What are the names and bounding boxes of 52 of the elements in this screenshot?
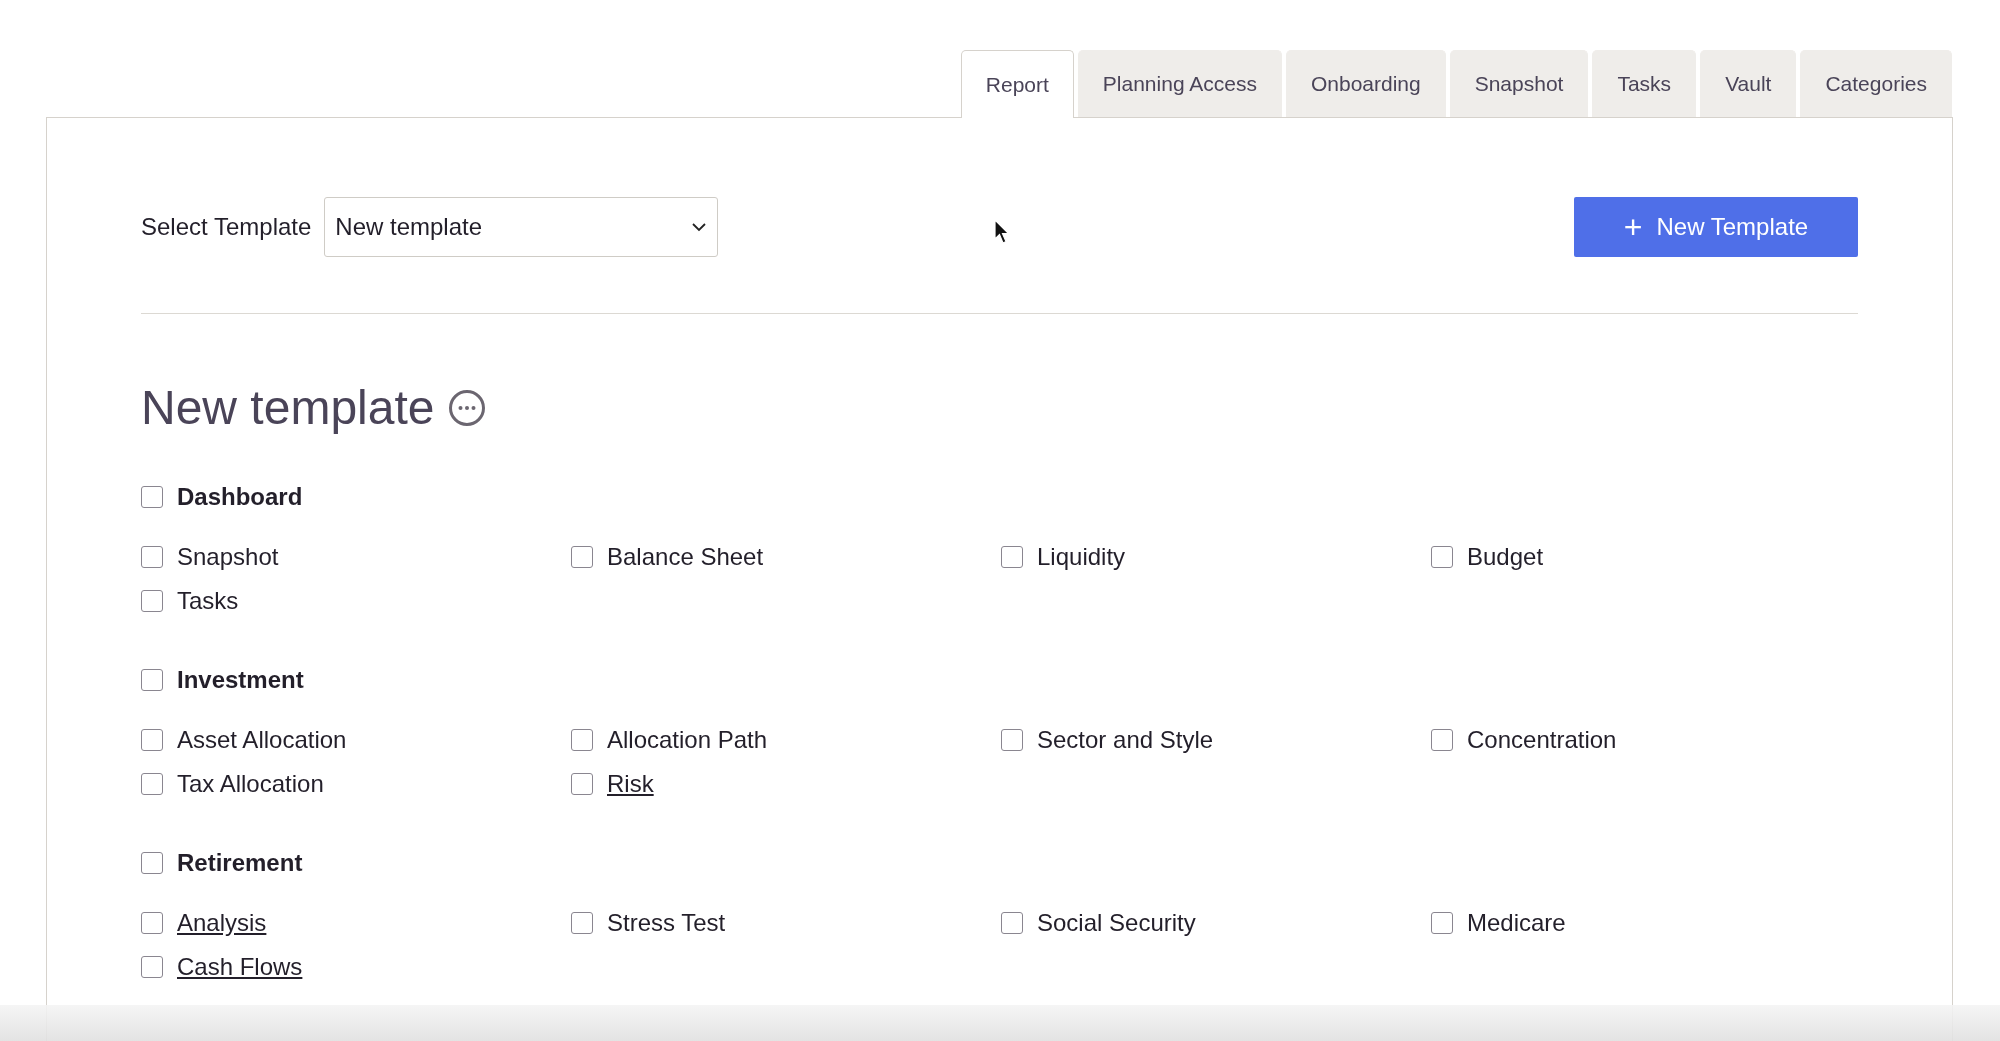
section-title: Retirement xyxy=(177,848,303,877)
option-label: Sector and Style xyxy=(1037,725,1214,754)
report-link[interactable]: Risk xyxy=(607,769,654,798)
checkbox[interactable] xyxy=(141,911,163,934)
option-label: Allocation Path xyxy=(607,725,768,754)
option-label: Medicare xyxy=(1467,908,1566,937)
option-label: Liquidity xyxy=(1037,542,1126,571)
checkbox[interactable] xyxy=(141,851,163,874)
checkbox[interactable] xyxy=(1001,545,1023,568)
option-label: Balance Sheet xyxy=(607,542,764,571)
checkbox[interactable] xyxy=(1431,911,1453,934)
select-label: Select Template xyxy=(141,213,312,241)
tab[interactable]: Vault xyxy=(1700,50,1797,117)
section-title: Investment xyxy=(177,665,304,694)
checkbox[interactable] xyxy=(141,668,163,691)
more-options-icon[interactable] xyxy=(448,388,487,427)
tab[interactable]: Categories xyxy=(1800,50,1952,117)
checkbox[interactable] xyxy=(571,545,593,568)
mouse-cursor-icon xyxy=(994,219,1010,245)
checkbox[interactable] xyxy=(141,545,163,568)
option-label: Tax Allocation xyxy=(177,769,324,798)
checkbox[interactable] xyxy=(1001,911,1023,934)
report-link[interactable]: Cash Flows xyxy=(177,952,303,981)
tab[interactable]: Snapshot xyxy=(1449,50,1589,117)
option-label: Social Security xyxy=(1037,908,1196,937)
template-heading: New template xyxy=(141,380,435,435)
tab[interactable]: Report xyxy=(960,50,1074,118)
option-label: Concentration xyxy=(1467,725,1617,754)
tab[interactable]: Onboarding xyxy=(1285,50,1446,117)
checkbox[interactable] xyxy=(141,589,163,612)
checkbox[interactable] xyxy=(571,728,593,751)
chevron-down-icon xyxy=(691,222,708,232)
section-title: Dashboard xyxy=(177,482,303,511)
option-label: Tasks xyxy=(177,586,239,615)
checkbox[interactable] xyxy=(141,772,163,795)
report-link[interactable]: Analysis xyxy=(177,908,267,937)
template-select[interactable]: New template xyxy=(324,197,719,257)
checkbox[interactable] xyxy=(141,728,163,751)
checkbox[interactable] xyxy=(571,772,593,795)
option-label: Snapshot xyxy=(177,542,279,571)
checkbox[interactable] xyxy=(141,485,163,508)
checkbox[interactable] xyxy=(1001,728,1023,751)
option-label: Asset Allocation xyxy=(177,725,347,754)
option-label: Stress Test xyxy=(607,908,726,937)
new-template-button[interactable]: + New Template xyxy=(1574,197,1858,257)
tab[interactable]: Planning Access xyxy=(1077,50,1282,117)
tab[interactable]: Tasks xyxy=(1592,50,1697,117)
checkbox[interactable] xyxy=(1431,728,1453,751)
checkbox[interactable] xyxy=(141,955,163,978)
checkbox[interactable] xyxy=(571,911,593,934)
checkbox[interactable] xyxy=(1431,545,1453,568)
option-label: Budget xyxy=(1467,542,1544,571)
